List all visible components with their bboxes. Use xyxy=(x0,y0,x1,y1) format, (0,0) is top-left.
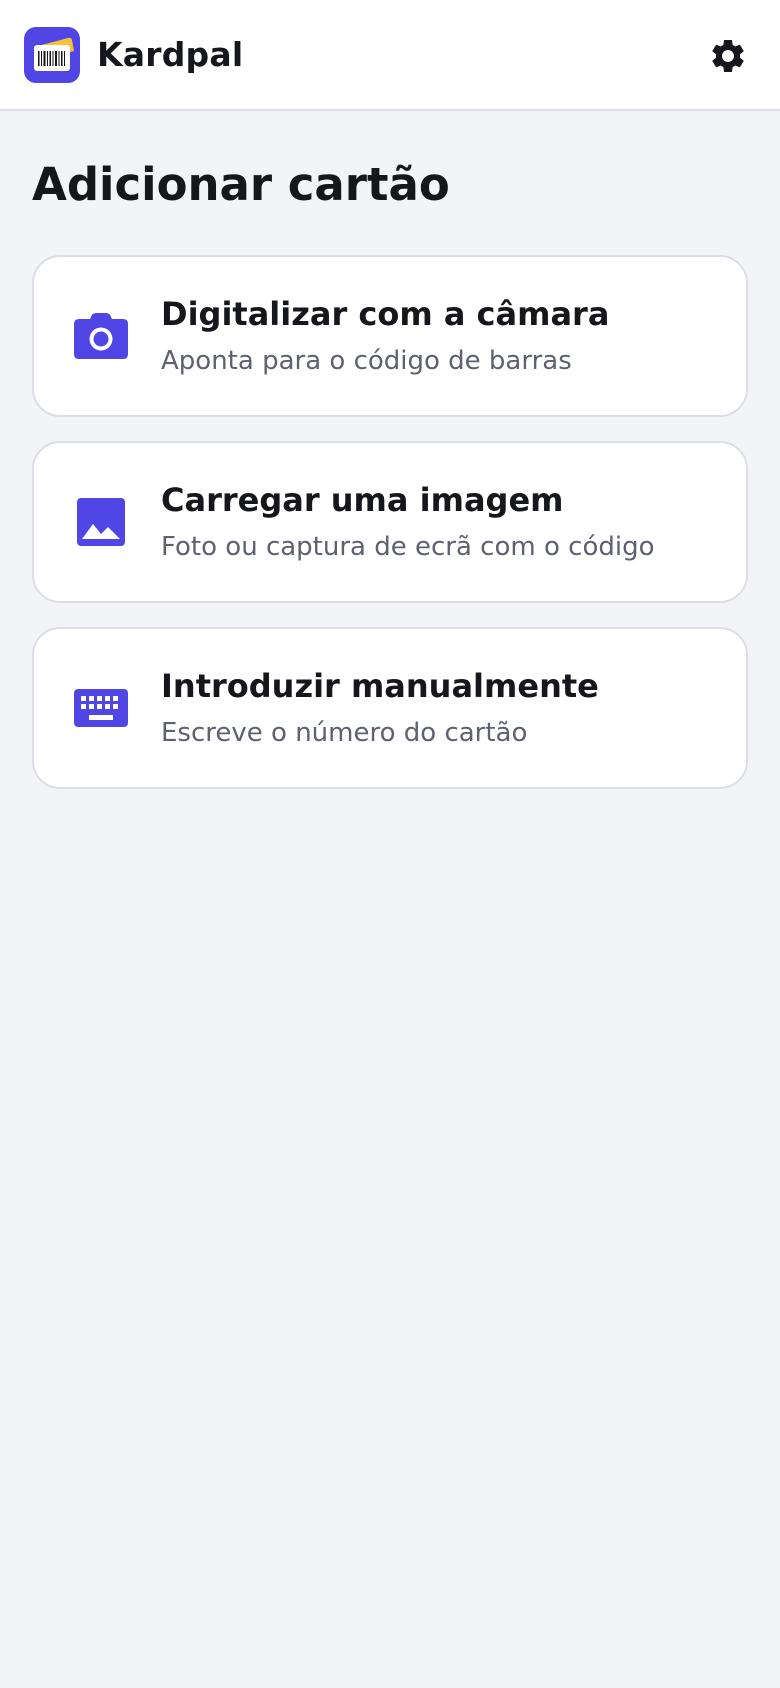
barcode-card-logo-icon xyxy=(24,26,80,83)
app-title: Kardpal xyxy=(97,35,244,74)
option-title: Digitalizar com a câmara xyxy=(161,295,610,333)
option-title: Introduzir manualmente xyxy=(161,667,599,705)
image-icon xyxy=(70,491,132,553)
option-title: Carregar uma imagem xyxy=(161,481,564,519)
manual-entry-option[interactable]: Introduzir manualmente Escreve o número … xyxy=(32,627,748,789)
keyboard-icon xyxy=(70,677,132,739)
option-subtitle: Escreve o número do cartão xyxy=(161,718,528,748)
option-subtitle: Aponta para o código de barras xyxy=(161,346,572,376)
settings-button[interactable] xyxy=(704,32,752,80)
camera-icon xyxy=(70,305,132,367)
option-subtitle: Foto ou captura de ecrã com o código xyxy=(161,532,655,562)
app-header: Kardpal xyxy=(0,0,780,111)
add-card-options: Digitalizar com a câmara Aponta para o c… xyxy=(0,255,780,789)
scan-camera-option[interactable]: Digitalizar com a câmara Aponta para o c… xyxy=(32,255,748,417)
gear-icon xyxy=(712,39,744,72)
add-card-screen: Adicionar cartão Digitalizar com a câmar… xyxy=(0,155,780,789)
upload-image-option[interactable]: Carregar uma imagem Foto ou captura de e… xyxy=(32,441,748,603)
page-title: Adicionar cartão xyxy=(32,158,450,211)
